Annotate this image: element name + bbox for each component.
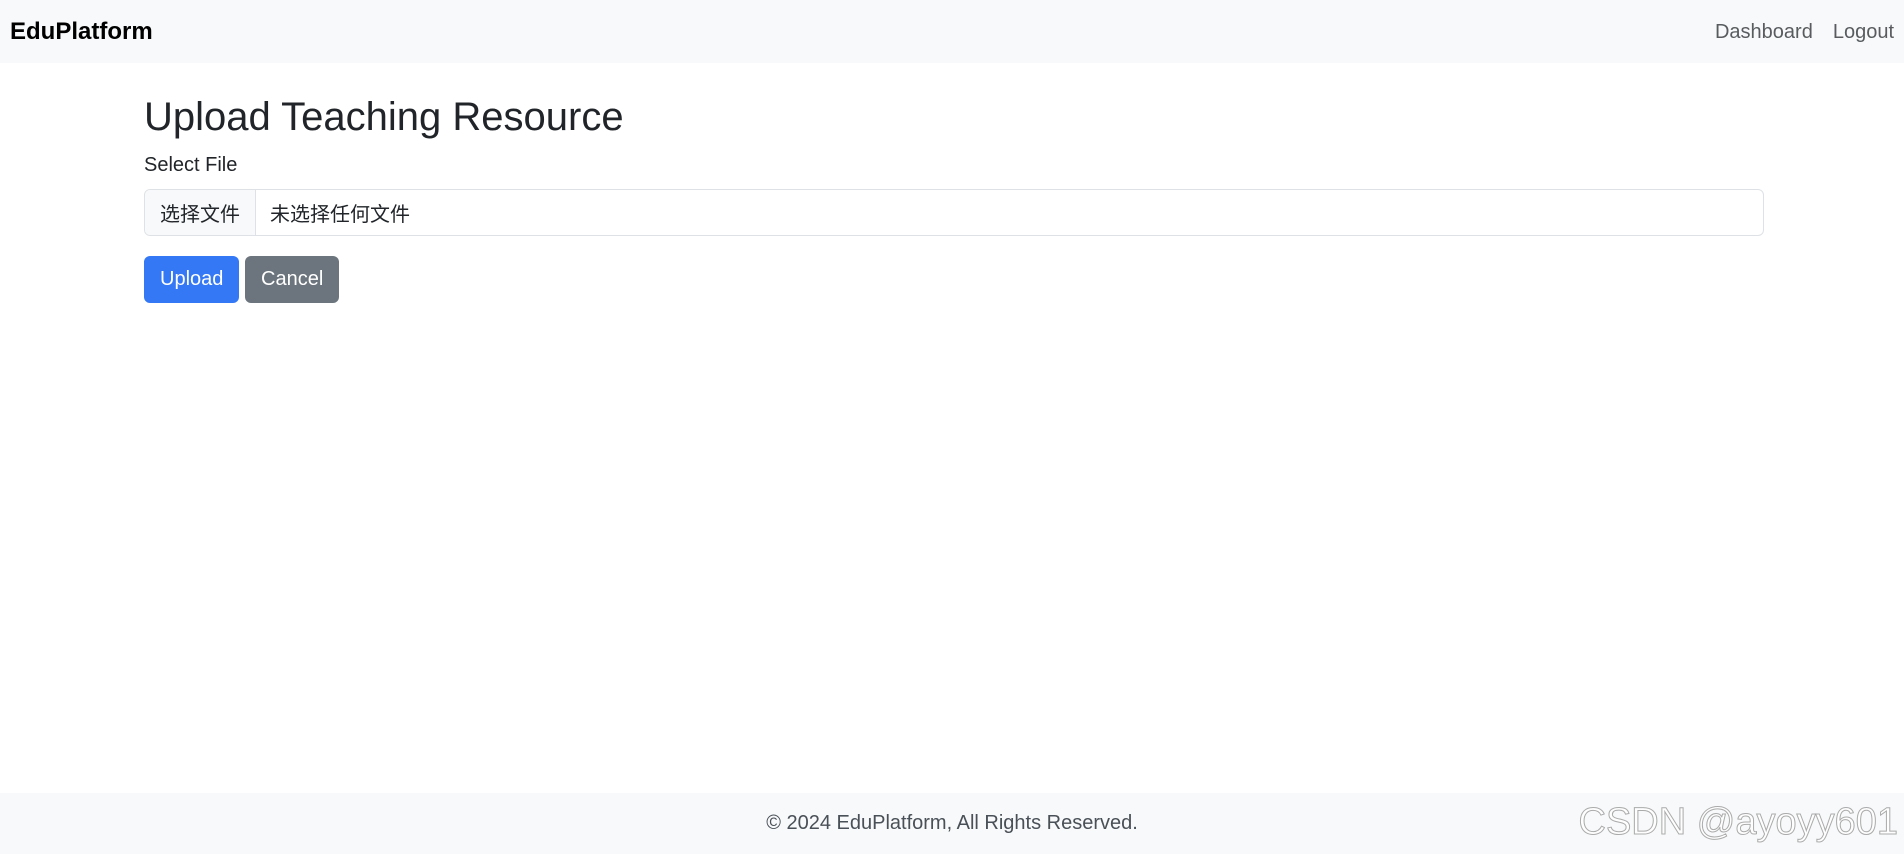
nav-links: Dashboard Logout xyxy=(1715,22,1894,42)
file-status-text: 未选择任何文件 xyxy=(270,202,410,226)
main-content: Upload Teaching Resource Select File 选择文… xyxy=(144,63,1764,303)
brand-link[interactable]: EduPlatform xyxy=(10,19,153,44)
cancel-button[interactable]: Cancel xyxy=(245,256,339,303)
file-input[interactable]: 选择文件 未选择任何文件 xyxy=(144,189,1764,236)
page-title: Upload Teaching Resource xyxy=(144,95,624,139)
nav-link-dashboard[interactable]: Dashboard xyxy=(1715,22,1813,42)
navbar: EduPlatform Dashboard Logout xyxy=(0,0,1904,63)
nav-link-logout[interactable]: Logout xyxy=(1833,22,1894,42)
footer-copyright: © 2024 EduPlatform, All Rights Reserved. xyxy=(766,812,1138,834)
file-label: Select File xyxy=(144,154,238,176)
page: EduPlatform Dashboard Logout Upload Teac… xyxy=(0,0,1904,854)
form-actions: Upload Cancel xyxy=(144,256,1764,303)
upload-button[interactable]: Upload xyxy=(144,256,239,303)
choose-file-button[interactable]: 选择文件 xyxy=(145,190,256,235)
watermark: CSDN @ayoyy601 xyxy=(1578,801,1898,844)
